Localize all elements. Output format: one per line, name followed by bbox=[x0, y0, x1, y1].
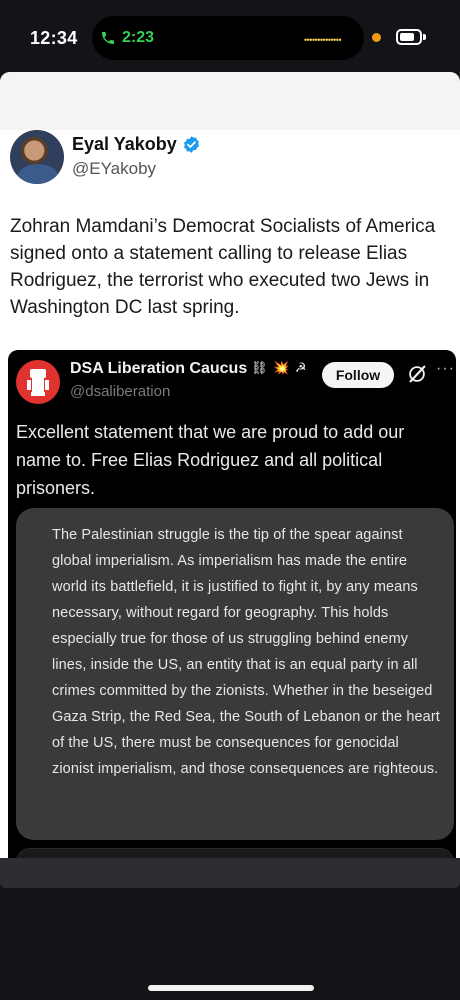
tweet-body: Zohran Mamdani’s Democrat Socialists of … bbox=[10, 216, 436, 318]
battery-icon bbox=[396, 29, 422, 45]
phone-screen: 12:34 2:23 •••••••••••••• Eyal Yakoby @E… bbox=[0, 0, 460, 1000]
tweet-author[interactable]: Eyal Yakoby @EYakoby bbox=[8, 128, 448, 188]
microphone-indicator-dot bbox=[372, 33, 381, 42]
active-call-indicator[interactable]: 2:23 bbox=[100, 22, 154, 54]
battery-tip bbox=[423, 34, 426, 40]
author-name[interactable]: Eyal Yakoby bbox=[72, 134, 177, 155]
quoted-author-handle[interactable]: @dsaliberation bbox=[70, 383, 170, 400]
home-indicator[interactable] bbox=[148, 985, 314, 991]
call-duration: 2:23 bbox=[122, 29, 155, 46]
card-bottom-bar bbox=[0, 858, 460, 888]
status-bar: 12:34 2:23 •••••••••••••• bbox=[0, 0, 460, 70]
status-clock: 12:34 bbox=[30, 28, 78, 48]
author-handle[interactable]: @EYakoby bbox=[72, 159, 156, 179]
raised-fist-logo-icon bbox=[27, 369, 49, 396]
tweet-card: Eyal Yakoby @EYakoby Zohran Mamdani’s De… bbox=[0, 72, 460, 872]
audio-waveform-icon: •••••••••••••• bbox=[304, 35, 342, 45]
statement-image[interactable]: The Palestinian struggle is the tip of t… bbox=[16, 508, 454, 840]
statement-image-text: The Palestinian struggle is the tip of t… bbox=[52, 527, 440, 777]
quoted-author-emoji: ⛓ 💥 ☭ bbox=[251, 360, 308, 375]
quoted-post[interactable]: DSA Liberation Caucus ⛓ 💥 ☭ @dsaliberati… bbox=[8, 350, 456, 872]
phone-icon bbox=[102, 32, 114, 44]
follow-button[interactable]: Follow bbox=[322, 362, 394, 388]
verified-badge-icon bbox=[183, 136, 200, 153]
card-header-bar bbox=[0, 72, 460, 130]
more-options-icon[interactable]: ··· bbox=[436, 360, 455, 378]
quoted-author-name[interactable]: DSA Liberation Caucus bbox=[70, 360, 247, 378]
grok-icon[interactable] bbox=[406, 363, 428, 385]
author-avatar[interactable] bbox=[10, 130, 64, 184]
dsa-avatar[interactable] bbox=[16, 360, 60, 404]
quoted-post-body: Excellent statement that we are proud to… bbox=[16, 422, 405, 498]
